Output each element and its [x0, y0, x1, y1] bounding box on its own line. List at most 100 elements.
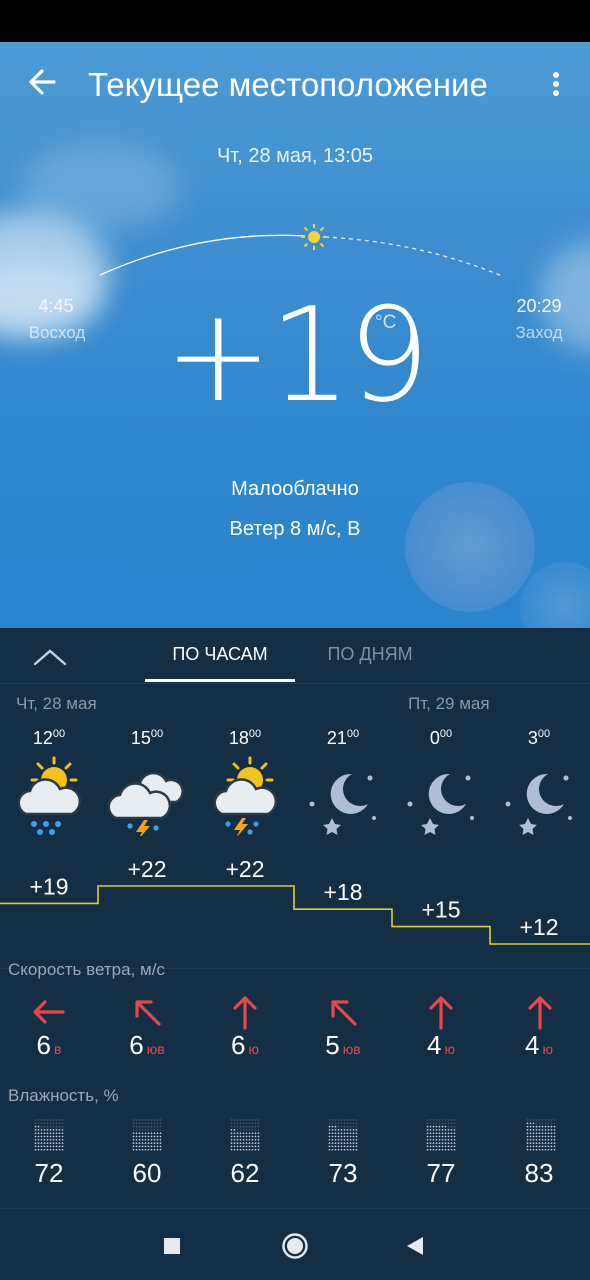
humidity-dot [251, 1132, 254, 1135]
humidity-dot [447, 1122, 450, 1125]
humidity-dot [156, 1125, 159, 1128]
humidity-dot [147, 1148, 150, 1151]
humidity-dot [34, 1148, 37, 1151]
humidity-dot [245, 1122, 248, 1125]
humidity-dot [535, 1145, 538, 1148]
humidity-dot [251, 1125, 254, 1128]
humidity-dot [355, 1129, 358, 1131]
weather-condition: Малооблачно [231, 478, 359, 500]
humidity-dot [37, 1138, 40, 1141]
humidity-dot [346, 1138, 349, 1141]
humidity-dot [429, 1119, 432, 1121]
humidity-dot [346, 1142, 349, 1144]
humidity-dot [248, 1135, 251, 1138]
humidity-dot [547, 1138, 550, 1141]
humidity-dot [450, 1129, 453, 1131]
humidity-dot [426, 1145, 429, 1148]
humidity-dot [453, 1145, 456, 1148]
humidity-dot [553, 1142, 556, 1144]
humidity-dot [346, 1148, 349, 1151]
humidity-dot [343, 1138, 346, 1141]
humidity-dot [242, 1125, 245, 1128]
humidity-dot [441, 1132, 444, 1135]
temperature-step-chart: +19 +22 +22 +18 +15 +12 [0, 856, 590, 945]
humidity-dot [150, 1122, 153, 1125]
humidity-dot [138, 1132, 141, 1135]
humidity-dot [239, 1122, 242, 1125]
humidity-dot [147, 1119, 150, 1121]
back-button[interactable] [24, 62, 64, 102]
humidity-dot [242, 1148, 245, 1151]
humidity-dot [242, 1129, 245, 1131]
humidity-dot [343, 1122, 346, 1125]
humidity-dot [349, 1119, 352, 1121]
humidity-dot [251, 1119, 254, 1121]
humidity-dot [435, 1138, 438, 1141]
humidity-dot [550, 1129, 553, 1131]
humidity-dot [254, 1125, 257, 1128]
tab-hourly[interactable]: ПО ЧАСАМ [145, 644, 295, 665]
humidity-dot [529, 1138, 532, 1141]
humidity-dot [441, 1138, 444, 1141]
humidity-dot [40, 1138, 43, 1141]
humidity-dot [426, 1138, 429, 1141]
current-datetime: Чт, 28 мая, 13:05 [216, 145, 374, 167]
back-nav-button[interactable] [399, 1229, 433, 1263]
humidity-dot [352, 1148, 355, 1151]
humidity-dot [239, 1138, 242, 1141]
humidity-dot [532, 1132, 535, 1135]
humidity-dot [43, 1125, 46, 1128]
humidity-dot [334, 1119, 337, 1121]
hour-label: 300 [527, 728, 551, 748]
humidity-dot [159, 1142, 162, 1144]
humidity-dot [257, 1119, 260, 1121]
humidity-dot [251, 1145, 254, 1148]
lens-flare [520, 562, 590, 628]
humidity-dot [52, 1119, 55, 1121]
arrow-up-icon [233, 996, 257, 1030]
humidity-dot [37, 1122, 40, 1125]
recent-apps-button[interactable] [155, 1229, 189, 1263]
humidity-dot [340, 1129, 343, 1131]
home-button[interactable] [278, 1229, 312, 1263]
humidity-dot [544, 1138, 547, 1141]
humidity-dot [447, 1148, 450, 1151]
humidity-dot [245, 1135, 248, 1138]
humidity-dot [135, 1148, 138, 1151]
humidity-dot [257, 1129, 260, 1131]
humidity-dot [444, 1142, 447, 1144]
humidity-dots-icon [230, 1119, 260, 1151]
humidity-dot [352, 1135, 355, 1138]
humidity-dot [153, 1129, 156, 1131]
humidity-dot [541, 1125, 544, 1128]
humidity-dot [150, 1148, 153, 1151]
humidity-dot [547, 1119, 550, 1121]
humidity-dot [450, 1125, 453, 1128]
humidity-dot [328, 1125, 331, 1128]
humidity-dot [547, 1142, 550, 1144]
humidity-value: 83 [524, 1158, 554, 1188]
humidity-dot [153, 1132, 156, 1135]
collapse-button[interactable] [30, 642, 70, 672]
humidity-dots-icon [132, 1119, 162, 1151]
humidity-dot [153, 1142, 156, 1144]
humidity-dot [132, 1125, 135, 1128]
humidity-dot [337, 1132, 340, 1135]
more-options-button[interactable] [540, 64, 570, 104]
humidity-dot [132, 1122, 135, 1125]
humidity-dot [141, 1132, 144, 1135]
humidity-dot [432, 1119, 435, 1121]
humidity-dot [429, 1135, 432, 1138]
humidity-dot [529, 1148, 532, 1151]
tab-daily[interactable]: ПО ДНЯМ [300, 644, 440, 665]
humidity-dot [343, 1148, 346, 1151]
humidity-dot [245, 1148, 248, 1151]
humidity-dot [441, 1148, 444, 1151]
humidity-dot [328, 1132, 331, 1135]
humidity-dot [58, 1129, 61, 1131]
humidity-dot [438, 1125, 441, 1128]
humidity-dot [337, 1135, 340, 1138]
humidity-dot [43, 1119, 46, 1121]
humidity-dot [331, 1138, 334, 1141]
humidity-dot [550, 1138, 553, 1141]
